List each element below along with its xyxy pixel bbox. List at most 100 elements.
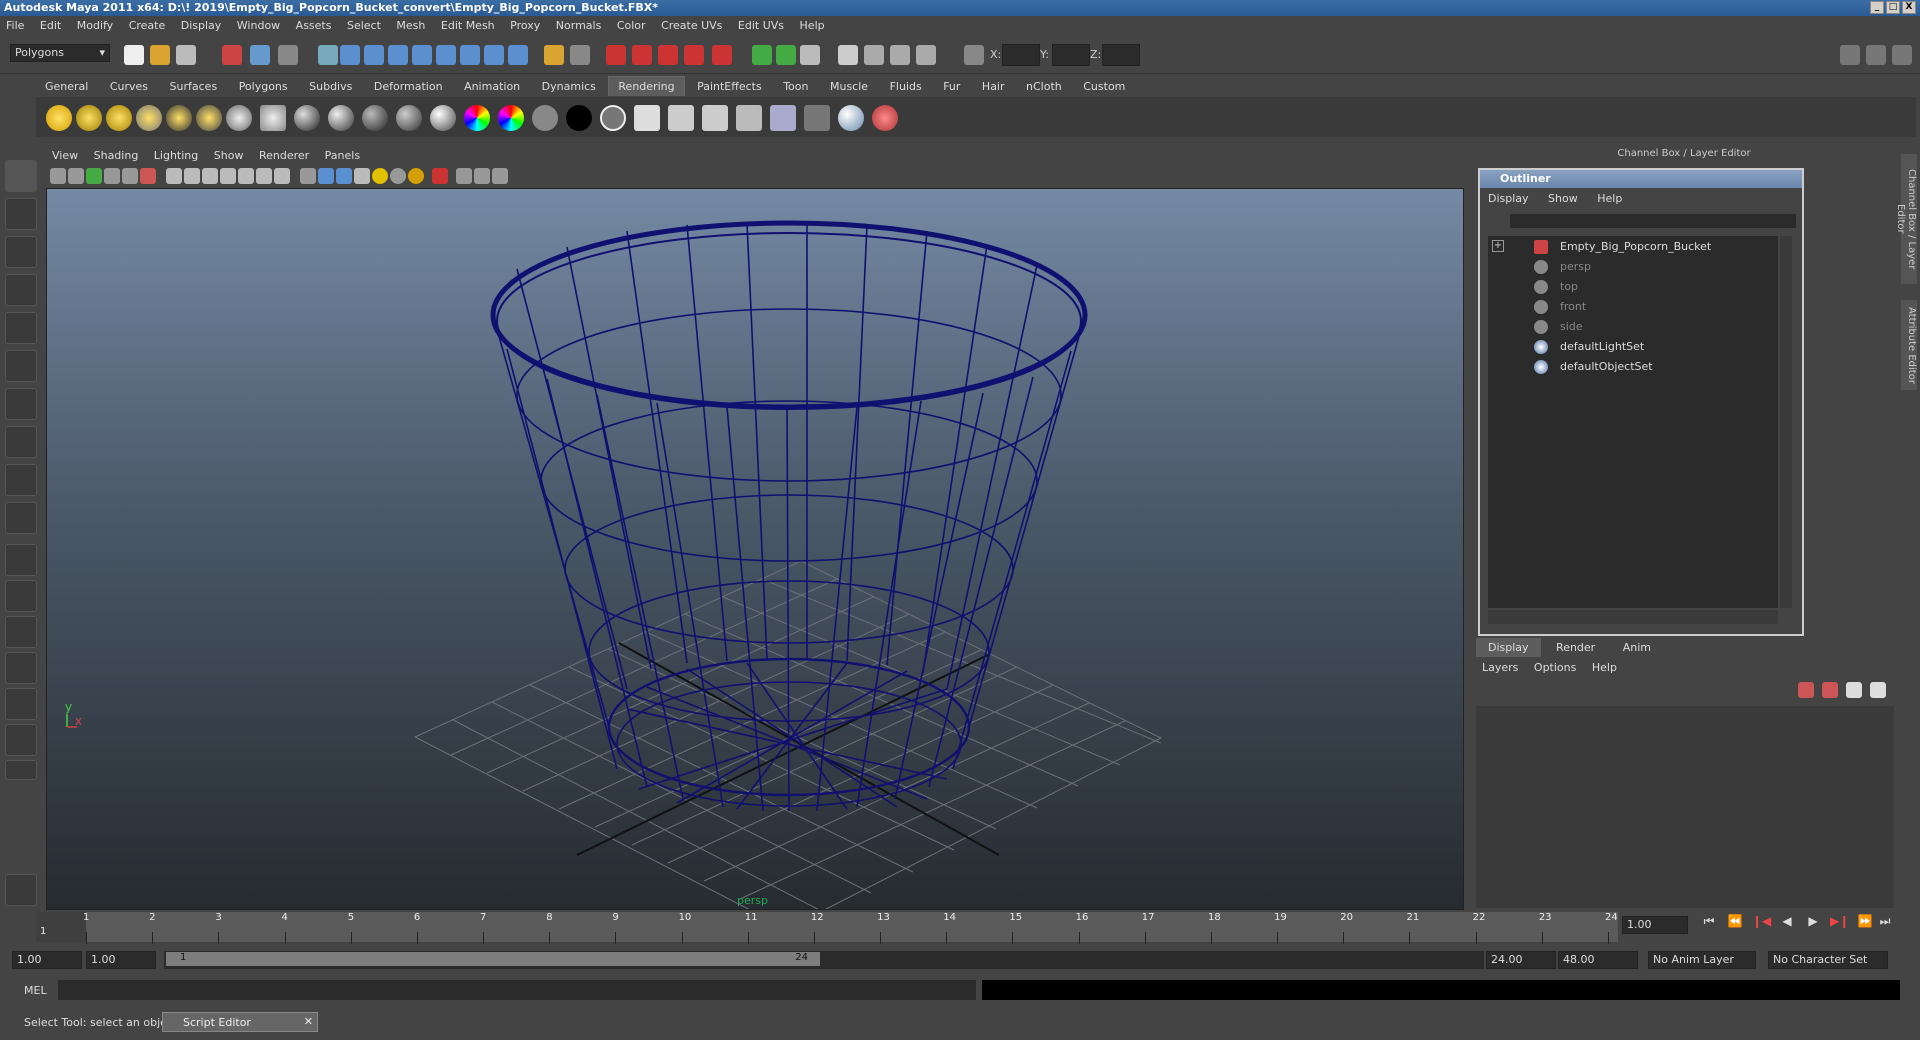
safe-action-icon[interactable] bbox=[256, 168, 272, 184]
step-forward-frame-icon[interactable]: ▶❙ bbox=[1830, 914, 1849, 930]
paint-select-tool-icon[interactable] bbox=[5, 236, 37, 268]
last-tool-icon[interactable] bbox=[5, 502, 37, 534]
outliner-filter-field[interactable] bbox=[1510, 214, 1796, 228]
output-ops-icon[interactable] bbox=[776, 45, 796, 65]
play-backwards-icon[interactable]: ◀ bbox=[1778, 914, 1796, 930]
select-hierarchy-icon[interactable] bbox=[222, 45, 242, 65]
phongE-icon[interactable] bbox=[362, 105, 388, 131]
new-layer-icon[interactable] bbox=[1846, 682, 1862, 698]
render-frame-icon[interactable] bbox=[864, 45, 884, 65]
tool-settings-toggle-icon[interactable] bbox=[1892, 45, 1912, 65]
maximize-button[interactable]: □ bbox=[1886, 1, 1900, 14]
select-joints-icon[interactable] bbox=[364, 45, 384, 65]
make-live-icon[interactable] bbox=[712, 45, 732, 65]
layer-tab-display[interactable]: Display bbox=[1476, 638, 1541, 657]
outliner-item-front[interactable]: front bbox=[1560, 300, 1586, 313]
two-d-pan-icon[interactable] bbox=[122, 168, 138, 184]
menu-create[interactable]: Create bbox=[123, 16, 172, 35]
wireframe-icon[interactable] bbox=[300, 168, 316, 184]
expand-toggle-icon[interactable]: + bbox=[1492, 240, 1504, 252]
directional-light-icon[interactable] bbox=[76, 105, 102, 131]
film-gate-icon[interactable] bbox=[184, 168, 200, 184]
outliner-item-persp[interactable]: persp bbox=[1560, 260, 1591, 273]
menu-display[interactable]: Display bbox=[175, 16, 228, 35]
perspective-viewport[interactable]: y x persp bbox=[46, 188, 1464, 910]
range-slider-track[interactable]: 1 24 bbox=[164, 951, 1484, 969]
persp-graph-hypergraph-layout-icon[interactable] bbox=[5, 724, 37, 756]
shelf-tab-curves[interactable]: Curves bbox=[101, 77, 157, 96]
textured-icon[interactable] bbox=[354, 168, 370, 184]
volume-light-icon[interactable] bbox=[196, 105, 222, 131]
new-layer-selected-icon[interactable] bbox=[1870, 682, 1886, 698]
transform-mode-icon[interactable] bbox=[964, 45, 984, 65]
shelf-tab-animation[interactable]: Animation bbox=[455, 77, 529, 96]
menu-modify[interactable]: Modify bbox=[71, 16, 119, 35]
persp-graph-layout-icon[interactable] bbox=[5, 652, 37, 684]
lock-selection-icon[interactable] bbox=[544, 45, 564, 65]
use-background-icon[interactable] bbox=[566, 105, 592, 131]
isolate-select-icon[interactable] bbox=[432, 168, 448, 184]
xray-components-icon[interactable] bbox=[492, 168, 508, 184]
snap-point-icon[interactable] bbox=[658, 45, 678, 65]
scale-tool-icon[interactable] bbox=[5, 350, 37, 382]
menu-window[interactable]: Window bbox=[231, 16, 286, 35]
y-field[interactable] bbox=[1052, 44, 1090, 66]
layer-menu-options[interactable]: Options bbox=[1528, 657, 1582, 678]
shelf-tab-custom[interactable]: Custom bbox=[1074, 77, 1134, 96]
select-component-icon[interactable] bbox=[278, 45, 298, 65]
shadows-icon[interactable] bbox=[390, 168, 406, 184]
go-to-start-icon[interactable]: ⏮ bbox=[1700, 914, 1718, 930]
select-object-icon[interactable] bbox=[250, 45, 270, 65]
render-settings-icon[interactable] bbox=[916, 45, 936, 65]
grease-pencil-icon[interactable] bbox=[140, 168, 156, 184]
outliner-item-top[interactable]: top bbox=[1560, 280, 1578, 293]
quick-layout-icon[interactable] bbox=[5, 874, 37, 906]
layered-shader-icon[interactable] bbox=[430, 105, 456, 131]
grid-toggle-icon[interactable] bbox=[166, 168, 182, 184]
snap-grid-icon[interactable] bbox=[606, 45, 626, 65]
select-misc-icon[interactable] bbox=[484, 45, 504, 65]
select-dynamics-icon[interactable] bbox=[460, 45, 480, 65]
render-globals-icon[interactable] bbox=[736, 105, 762, 131]
shelf-tab-painteffects[interactable]: PaintEffects bbox=[688, 77, 771, 96]
select-surfaces-icon[interactable] bbox=[412, 45, 432, 65]
phong-icon[interactable] bbox=[328, 105, 354, 131]
outliner-item-default-object-set[interactable]: defaultObjectSet bbox=[1560, 360, 1653, 373]
step-back-key-icon[interactable]: ⏪ bbox=[1726, 914, 1744, 930]
x-field[interactable] bbox=[1002, 44, 1040, 66]
shelf-tab-muscle[interactable]: Muscle bbox=[821, 77, 877, 96]
layer-tab-anim[interactable]: Anim bbox=[1611, 638, 1663, 657]
resolution-gate-icon[interactable] bbox=[202, 168, 218, 184]
menu-select[interactable]: Select bbox=[341, 16, 387, 35]
camera-create-icon[interactable] bbox=[226, 105, 252, 131]
outliner-title-bar[interactable]: Outliner bbox=[1480, 170, 1802, 188]
viewport-menu-renderer[interactable]: Renderer bbox=[253, 146, 315, 165]
menu-edit-uvs[interactable]: Edit UVs bbox=[732, 16, 790, 35]
play-forwards-icon[interactable]: ▶ bbox=[1804, 914, 1822, 930]
layer-menu-layers[interactable]: Layers bbox=[1476, 657, 1524, 678]
safe-title-icon[interactable] bbox=[274, 168, 290, 184]
go-to-end-icon[interactable]: ⏭ bbox=[1876, 914, 1894, 930]
channel-box-toggle-icon[interactable] bbox=[1866, 45, 1886, 65]
layout-options-icon[interactable] bbox=[5, 760, 37, 780]
shelf-tab-polygons[interactable]: Polygons bbox=[230, 77, 297, 96]
select-deformations-icon[interactable] bbox=[436, 45, 456, 65]
paint-brush-icon[interactable] bbox=[872, 105, 898, 131]
ambient-light-icon[interactable] bbox=[46, 105, 72, 131]
save-scene-icon[interactable] bbox=[176, 45, 196, 65]
shelf-tab-subdivs[interactable]: Subdivs bbox=[300, 77, 361, 96]
menu-mesh[interactable]: Mesh bbox=[390, 16, 431, 35]
lambert-icon[interactable] bbox=[260, 105, 286, 131]
wireframe-on-shaded-icon[interactable] bbox=[336, 168, 352, 184]
render-view-icon[interactable] bbox=[838, 45, 858, 65]
layer-menu-help[interactable]: Help bbox=[1586, 657, 1623, 678]
range-slider-bar[interactable]: 1 24 bbox=[166, 952, 820, 966]
snap-curve-icon[interactable] bbox=[632, 45, 652, 65]
snap-view-plane-icon[interactable] bbox=[684, 45, 704, 65]
menu-assets[interactable]: Assets bbox=[290, 16, 338, 35]
menu-normals[interactable]: Normals bbox=[550, 16, 608, 35]
outliner-horizontal-scrollbar[interactable] bbox=[1488, 610, 1778, 624]
select-handles-icon[interactable] bbox=[340, 45, 360, 65]
menu-create-uvs[interactable]: Create UVs bbox=[655, 16, 728, 35]
anim-layer-dropdown[interactable]: No Anim Layer bbox=[1648, 951, 1756, 969]
